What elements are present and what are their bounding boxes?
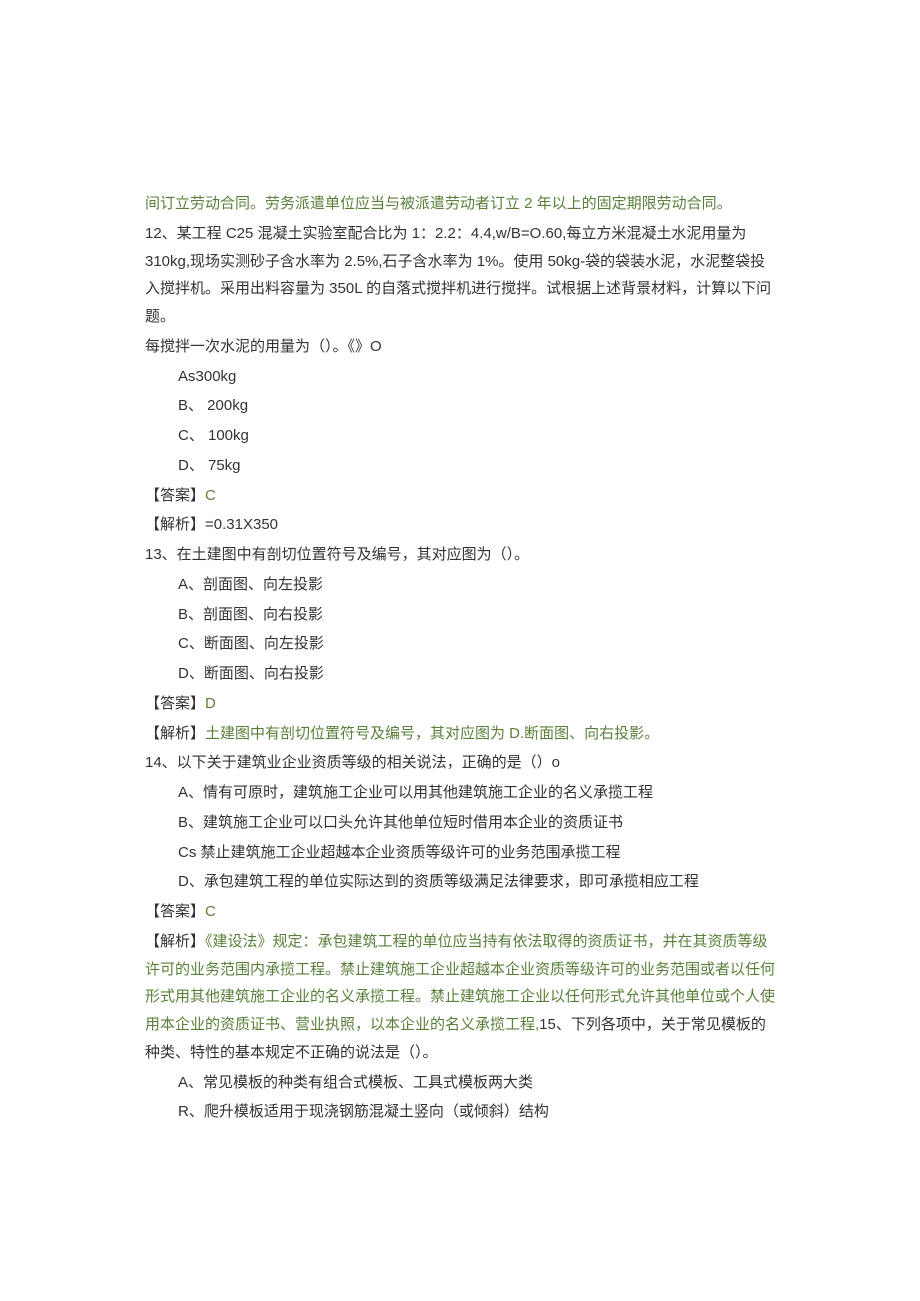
document-line: B、剖面图、向右投影 <box>145 601 775 629</box>
document-line: D、承包建筑工程的单位实际达到的资质等级满足法律要求，即可承揽相应工程 <box>145 868 775 896</box>
document-line: A、常见模板的种类有组合式模板、工具式模板两大类 <box>145 1069 775 1097</box>
document-line: 每搅拌一次水泥的用量为（）。《》O <box>145 333 775 361</box>
text-label: 【答案】 <box>145 487 205 504</box>
document-line: 13、在土建图中有剖切位置符号及编号，其对应图为（）。 <box>145 541 775 569</box>
text-value: =0.31X350 <box>205 516 278 533</box>
document-line: 【答案】C <box>145 482 775 510</box>
document-line: 【解析】《建设法》规定：承包建筑工程的单位应当持有依法取得的资质证书，并在其资质… <box>145 928 775 1067</box>
document-line: 14、以下关于建筑业企业资质等级的相关说法，正确的是（）o <box>145 749 775 777</box>
document-line: C、 100kg <box>145 422 775 450</box>
text-label: 【解析】 <box>145 516 205 533</box>
document-line: R、爬升模板适用于现浇钢筋混凝土竖向（或倾斜）结构 <box>145 1098 775 1126</box>
document-line: B、 200kg <box>145 392 775 420</box>
document-line: As300kg <box>145 363 775 391</box>
document-line: Cs 禁止建筑施工企业超越本企业资质等级许可的业务范围承揽工程 <box>145 839 775 867</box>
document-line: 【解析】土建图中有剖切位置符号及编号，其对应图为 D.断面图、向右投影。 <box>145 720 775 748</box>
text-value: 土建图中有剖切位置符号及编号，其对应图为 D.断面图、向右投影。 <box>205 725 659 742</box>
text-value: C <box>205 487 216 504</box>
text-value: D <box>205 695 216 712</box>
document-line: A、情有可原时，建筑施工企业可以用其他建筑施工企业的名义承揽工程 <box>145 779 775 807</box>
document-line: 【答案】C <box>145 898 775 926</box>
document-line: 12、某工程 C25 混凝土实验室配合比为 1：2.2：4.4,w/B=O.60… <box>145 220 775 331</box>
text-label: 【答案】 <box>145 695 205 712</box>
text-label: 【解析】 <box>145 725 205 742</box>
document-line: A、剖面图、向左投影 <box>145 571 775 599</box>
text-label: 【答案】 <box>145 903 205 920</box>
document-line: D、 75kg <box>145 452 775 480</box>
document-line: 【解析】=0.31X350 <box>145 511 775 539</box>
text-value: C <box>205 903 216 920</box>
document-line: C、断面图、向左投影 <box>145 630 775 658</box>
document-line: 间订立劳动合同。劳务派遣单位应当与被派遣劳动者订立 2 年以上的固定期限劳动合同… <box>145 190 775 218</box>
document-line: B、建筑施工企业可以口头允许其他单位短时借用本企业的资质证书 <box>145 809 775 837</box>
text-segment: 【解析】 <box>145 933 205 950</box>
document-line: D、断面图、向右投影 <box>145 660 775 688</box>
document-line: 【答案】D <box>145 690 775 718</box>
